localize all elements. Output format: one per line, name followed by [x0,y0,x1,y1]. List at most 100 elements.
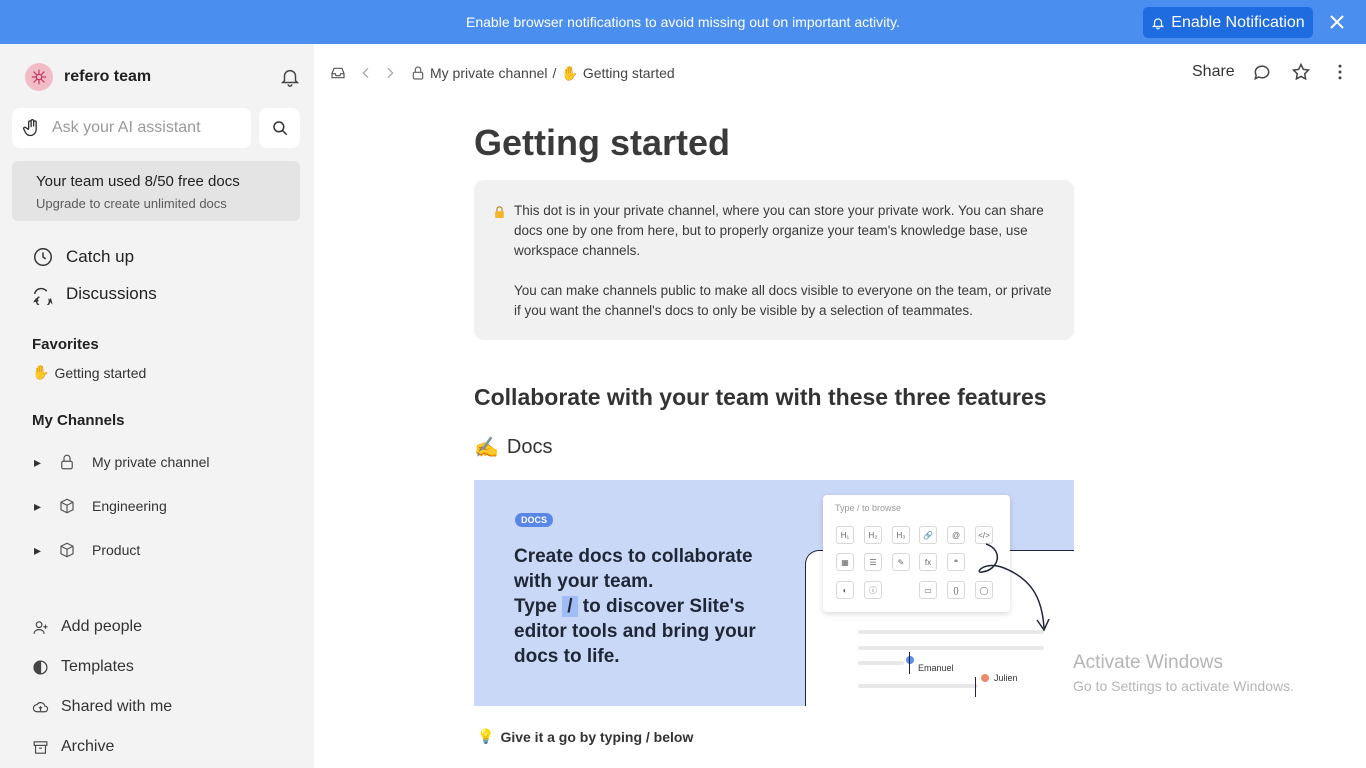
callout-paragraph-1: This dot is in your private channel, whe… [514,203,1044,258]
share-button[interactable]: Share [1192,63,1235,81]
hero-line-3: Type / to discover Slite's [514,594,784,619]
doc-title[interactable]: Getting started [474,122,730,164]
add-person-icon [33,620,48,634]
channel-my-private-channel[interactable]: ▸ My private channel [34,453,210,471]
channel-label: Product [92,542,141,558]
archive-label: Archive [61,738,115,755]
wave-hand-emoji: ✋ [32,364,50,380]
hand-icon [22,119,37,137]
chevron-right-icon[interactable] [382,65,398,81]
team-logo-icon [31,69,47,85]
lock-emoji-icon [495,206,504,218]
tool-info: ⓘ [864,581,882,599]
tool-link: 🔗 [919,526,937,544]
hero-line-3-pre: Type [514,596,557,617]
cube-icon [60,498,74,514]
breadcrumb-emoji: ✋ [561,64,579,81]
notification-banner: Enable browser notifications to avoid mi… [0,0,1366,44]
cursor-user-1-label: Emanuel [918,663,954,673]
shared-with-me-label: Shared with me [61,698,173,715]
nav-discussions[interactable]: Discussions [32,283,157,305]
text-cursor [975,677,976,697]
half-circle-icon [33,659,48,675]
menu-placeholder: Type / to browse [835,503,902,513]
hero-line-4: editor tools and bring your [514,621,756,642]
channel-label: My private channel [92,454,210,470]
more-options-icon[interactable] [1330,62,1350,82]
ai-assistant-box[interactable] [12,108,251,148]
docs-badge: DOCS [515,513,554,527]
tool-quote: ❝ [947,553,965,571]
watermark-line-2: Go to Settings to activate Windows. [1073,678,1294,694]
lock-icon [412,66,424,80]
watermark-line-1: Activate Windows [1073,652,1223,673]
comment-icon[interactable] [1252,62,1272,82]
usage-title: Your team used 8/50 free docs [36,173,240,190]
favorite-label: Getting started [54,364,147,381]
templates-label: Templates [61,658,134,675]
ai-assistant-input[interactable] [52,119,242,137]
archive-icon [33,740,48,754]
tool-list: ☰ [864,553,882,571]
nav-catch-up-label: Catch up [66,247,135,266]
breadcrumb-channel[interactable]: My private channel [430,65,548,81]
tool-h1: H₁ [836,526,854,544]
tool-formula: fx [919,553,937,571]
writing-hand-emoji: ✍️ [474,437,499,459]
channel-product[interactable]: ▸ Product [34,541,140,559]
shared-with-me-button[interactable]: Shared with me [32,698,172,716]
tool-embed: ▭ [919,581,937,599]
cursor-user-2-label: Julien [994,673,1018,683]
clock-icon [34,248,52,266]
add-people-label: Add people [61,618,142,635]
add-people-button[interactable]: Add people [32,618,142,636]
expand-caret-icon[interactable]: ▸ [34,542,44,559]
channel-engineering[interactable]: ▸ Engineering [34,497,167,515]
tool-pen: ✎ [892,553,910,571]
channel-label: Engineering [92,498,167,514]
tool-mention: @ [947,526,965,544]
usage-subtitle: Upgrade to create unlimited docs [36,196,227,211]
nav-catch-up[interactable]: Catch up [32,246,134,268]
favorite-getting-started[interactable]: ✋ Getting started [32,364,146,381]
breadcrumb: My private channel / ✋ Getting started [330,62,675,84]
breadcrumb-doc[interactable]: Getting started [583,65,675,81]
enable-notification-label: Enable Notification [1171,13,1305,31]
expand-caret-icon[interactable]: ▸ [34,498,44,515]
tool-table: ▦ [836,553,854,571]
user-dot [906,656,914,664]
close-icon [1330,15,1344,29]
nav-discussions-label: Discussions [66,284,157,303]
tool-toggle: ◐ [836,581,854,599]
bell-icon [1152,17,1165,29]
chevron-left-icon[interactable] [358,65,374,81]
archive-button[interactable]: Archive [32,738,114,756]
lightbulb-emoji: 💡 [477,728,495,744]
notifications-bell-icon[interactable] [279,66,301,88]
windows-activation-watermark: Activate Windows Go to Settings to activ… [1073,652,1294,694]
subsection-heading-text: Docs [506,436,553,458]
favorites-heading: Favorites [32,336,99,353]
usage-card[interactable]: Your team used 8/50 free docs Upgrade to… [12,161,300,221]
text-line-placeholder [858,646,1044,650]
search-button[interactable] [259,108,300,148]
chat-bubbles-icon [33,287,53,305]
text-line-placeholder [858,684,978,688]
my-channels-heading: My Channels [32,412,125,429]
team-avatar[interactable] [25,63,53,91]
hero-line-2: with your team. [514,571,654,592]
cursor-user-1 [906,656,914,664]
hero-line-1: Create docs to collaborate [514,546,753,567]
star-icon[interactable] [1291,62,1311,82]
cursor-user-2: Julien [981,673,1018,683]
enable-notification-button[interactable]: Enable Notification [1143,7,1313,38]
team-name[interactable]: refero team [64,68,151,86]
docs-feature-image: DOCS Create docs to collaborate with you… [474,480,1074,706]
tip-text: Give it a go by typing / below [500,728,694,745]
expand-caret-icon[interactable]: ▸ [34,454,44,471]
hero-text: Create docs to collaborate with your tea… [514,544,784,669]
tool-h2: H₂ [864,526,882,544]
inbox-icon[interactable] [330,65,346,81]
templates-button[interactable]: Templates [32,658,134,676]
close-banner-button[interactable] [1325,10,1349,34]
